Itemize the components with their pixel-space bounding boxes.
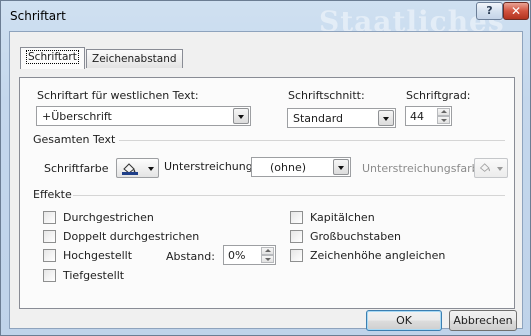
offset-spinner[interactable]: 0%: [223, 245, 276, 265]
font-color-button[interactable]: [116, 158, 159, 178]
paint-bucket-icon: [479, 163, 490, 172]
title-bar: Staatliches Schriftart ? ✕: [1, 1, 530, 38]
tab-label: Schriftart: [26, 50, 79, 64]
superscript-checkbox[interactable]: [43, 249, 56, 262]
underline-label: Unterstreichung: [164, 160, 253, 173]
chevron-down-icon: [148, 167, 154, 171]
western-font-label: Schriftart für westlichen Text:: [37, 89, 199, 102]
spinner-buttons: [437, 108, 450, 124]
double-strikethrough-label: Doppelt durchgestrichen: [63, 230, 200, 243]
offset-label: Abstand:: [166, 250, 215, 263]
font-dialog: Staatliches Schriftart ? ✕ Schriftart Ze…: [0, 0, 531, 336]
underline-combo[interactable]: (ohne): [251, 157, 351, 177]
strikethrough-label: Durchgestrichen: [63, 211, 154, 224]
dialog-client-area: Schriftart Zeichenabstand Schriftart für…: [9, 31, 523, 331]
chevron-down-icon[interactable]: [333, 159, 349, 175]
all-text-header: Gesamten Text: [33, 133, 116, 146]
spinner-buttons: [261, 247, 274, 263]
superscript-label: Hochgestellt: [63, 249, 133, 262]
underline-color-label: Unterstreichungsfarbe: [362, 162, 486, 175]
subscript-checkbox[interactable]: [43, 269, 56, 282]
spin-down-icon[interactable]: [437, 116, 450, 124]
tab-schriftart[interactable]: Schriftart: [20, 47, 85, 69]
size-label: Schriftgrad:: [406, 89, 471, 102]
equalize-height-checkbox[interactable]: [290, 249, 303, 262]
paint-bucket-icon: [122, 163, 138, 175]
underline-value: (ohne): [270, 161, 307, 174]
subscript-label: Tiefgestellt: [63, 269, 125, 282]
underline-color-button[interactable]: [474, 158, 508, 178]
offset-value: 0%: [228, 249, 246, 262]
all-caps-label: Großbuchstaben: [310, 230, 401, 243]
chevron-down-icon[interactable]: [378, 110, 394, 126]
tab-label: Zeichenabstand: [92, 53, 177, 65]
small-caps-checkbox[interactable]: [290, 211, 303, 224]
group-divider: [73, 195, 505, 196]
strikethrough-checkbox[interactable]: [43, 211, 56, 224]
chevron-down-icon[interactable]: [233, 108, 249, 124]
spin-down-icon[interactable]: [261, 255, 274, 263]
group-divider: [119, 140, 505, 141]
effects-header: Effekte: [33, 188, 72, 201]
size-value: 44: [410, 110, 424, 123]
tab-panel: Schriftart für westlichen Text: Schrifts…: [19, 77, 515, 309]
help-button[interactable]: ?: [476, 2, 503, 20]
spin-up-icon[interactable]: [261, 247, 274, 255]
style-combo[interactable]: Standard: [287, 108, 396, 128]
western-font-value: +Überschrift: [42, 110, 112, 123]
small-caps-label: Kapitälchen: [310, 211, 375, 224]
chevron-down-icon: [497, 167, 503, 171]
ok-button[interactable]: OK: [366, 310, 442, 331]
size-spinner[interactable]: 44: [405, 106, 452, 126]
cancel-button[interactable]: Abbrechen: [449, 310, 517, 331]
double-strikethrough-checkbox[interactable]: [43, 230, 56, 243]
style-label: Schriftschnitt:: [288, 89, 365, 102]
tab-zeichenabstand[interactable]: Zeichenabstand: [86, 49, 183, 68]
spin-up-icon[interactable]: [437, 108, 450, 116]
all-caps-checkbox[interactable]: [290, 230, 303, 243]
close-button[interactable]: ✕: [503, 2, 529, 20]
style-value: Standard: [293, 112, 344, 125]
font-color-label: Schriftfarbe: [44, 162, 109, 175]
dialog-title: Schriftart: [10, 9, 66, 23]
western-font-combo[interactable]: +Überschrift: [36, 106, 251, 126]
equalize-height-label: Zeichenhöhe angleichen: [310, 249, 446, 262]
